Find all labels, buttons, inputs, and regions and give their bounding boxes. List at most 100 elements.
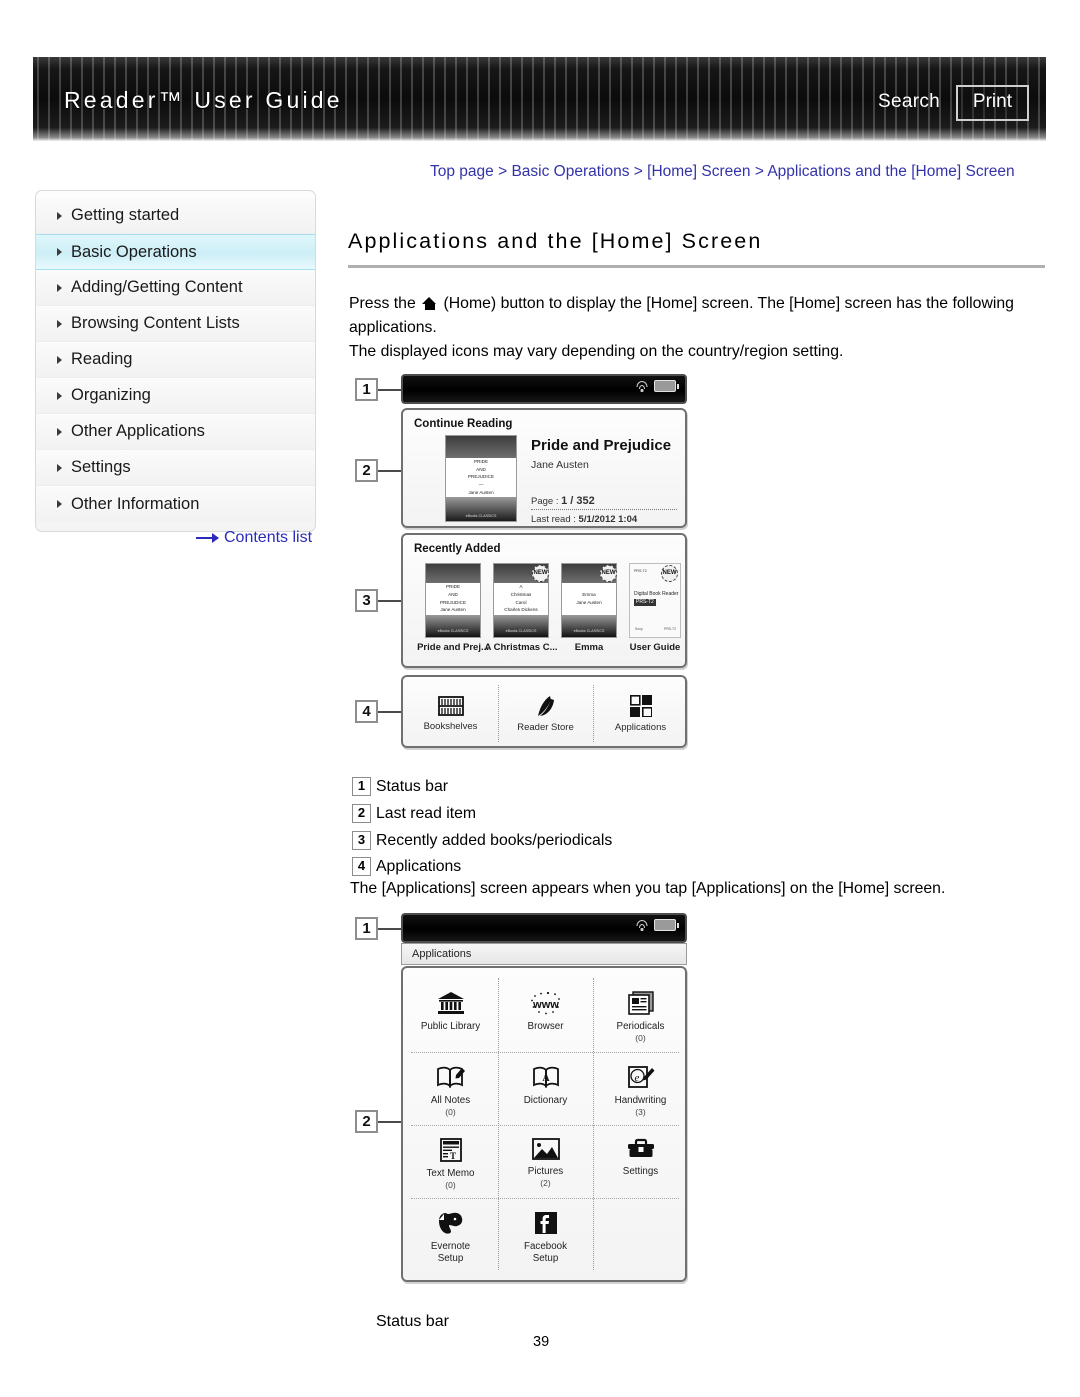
cover-line: Jane Austen [440, 607, 466, 613]
cover-line: PREJUDICE [439, 599, 467, 605]
cover-line: Emma [582, 591, 596, 597]
sidebar-item-label: Adding/Getting Content [71, 278, 243, 296]
www-browser-icon: www [530, 991, 560, 1015]
app-evernote-setup[interactable]: Evernote Setup [403, 1199, 498, 1271]
battery-icon [654, 919, 679, 931]
applications-grid-panel[interactable]: Public Library www Browser Periodicals (… [401, 966, 687, 1282]
callout-line-1 [378, 389, 402, 391]
app-count: (0) [445, 1107, 456, 1117]
legend-label: Recently added books/periodicals [376, 831, 613, 849]
callout-line-3 [378, 600, 402, 602]
callout-2-home: 2 [355, 459, 378, 482]
new-badge-3: NEW [600, 565, 617, 582]
recently-added-cover-1[interactable]: PRIDE AND PREJUDICE Jane Austen eBooks C… [425, 563, 481, 638]
intro-text-part1: Press the [349, 295, 416, 312]
app-label: Periodicals [616, 1021, 665, 1032]
app-bar-applications[interactable]: Applications [593, 685, 688, 742]
app-bar-label: Applications [614, 721, 667, 733]
recently-added-label-1: Pride and Prej... [417, 642, 489, 653]
sidebar-item-label: Getting started [71, 206, 180, 224]
sidebar-item-label: Other Information [71, 494, 200, 513]
app-label: Handwriting [614, 1095, 667, 1106]
app-bar-bookshelves[interactable]: Bookshelves [403, 685, 498, 742]
legend-number: 3 [352, 831, 371, 850]
app-label: Pictures [527, 1166, 564, 1177]
chevron-right-icon [57, 355, 62, 364]
battery-icon [654, 380, 679, 392]
wifi-icon [635, 919, 648, 931]
app-label: Public Library [420, 1021, 481, 1032]
app-count: (2) [540, 1178, 551, 1188]
sidebar-item-other-applications[interactable]: Other Applications [36, 414, 315, 450]
cover-line: PRIDE [445, 584, 461, 590]
callout-line-apps-1 [378, 928, 402, 930]
dictionary-icon: A [532, 1066, 559, 1089]
breadcrumb[interactable]: Top page > Basic Operations > [Home] Scr… [430, 163, 1015, 181]
app-label: Dictionary [523, 1095, 568, 1106]
last-read-book-cover[interactable]: PRIDE AND PREJUDICE — Jane Austen eBooks… [445, 435, 517, 522]
sidebar-item-getting-started[interactable]: Getting started [36, 198, 315, 234]
home-app-bar-panel[interactable]: Bookshelves Reader Store Applications [401, 675, 687, 748]
facebook-icon [534, 1212, 557, 1234]
recently-added-label-2: A Christmas C... [484, 642, 558, 653]
app-periodicals[interactable]: Periodicals (0) [593, 979, 688, 1052]
cover-line: Christmas [510, 591, 532, 597]
app-label: Text Memo [426, 1168, 475, 1179]
chevron-right-icon [57, 463, 62, 472]
chevron-right-icon [57, 427, 62, 436]
app-public-library[interactable]: Public Library [403, 979, 498, 1052]
sidebar-item-reading[interactable]: Reading [36, 342, 315, 378]
svg-text:T: T [449, 1151, 455, 1161]
app-text-memo[interactable]: T Text Memo (0) [403, 1126, 498, 1198]
last-read-book-author: Jane Austen [531, 459, 589, 471]
sidebar-item-other-information[interactable]: Other Information [36, 486, 315, 522]
all-notes-icon [436, 1066, 465, 1089]
library-building-icon [437, 992, 464, 1014]
sidebar-item-browsing-content-lists[interactable]: Browsing Content Lists [36, 306, 315, 342]
new-badge-2: NEW [532, 565, 549, 582]
intro-text-part2: (Home) button to display the [Home] scre… [349, 295, 1014, 336]
sidebar-item-label: Basic Operations [71, 242, 197, 261]
sidebar-item-label: Other Applications [71, 422, 205, 440]
cover-line: PRIDE [473, 459, 489, 465]
app-facebook-setup[interactable]: Facebook Setup [498, 1199, 593, 1271]
legend-number: 1 [352, 777, 371, 796]
app-settings[interactable]: Settings [593, 1126, 688, 1198]
app-bar-label: Reader Store [517, 721, 574, 733]
cover-line: Jane Austen [468, 489, 494, 495]
print-button[interactable]: Print [955, 85, 1029, 121]
app-count: (0) [635, 1033, 646, 1043]
app-label: Browser [527, 1021, 564, 1032]
app-label: Settings [622, 1166, 659, 1177]
app-all-notes[interactable]: All Notes (0) [403, 1053, 498, 1125]
footer-status-bar-label: Status bar [376, 1313, 449, 1330]
app-bar-reader-store[interactable]: Reader Store [498, 685, 593, 742]
sidebar-item-adding-getting-content[interactable]: Adding/Getting Content [36, 270, 315, 306]
sidebar-item-organizing[interactable]: Organizing [36, 378, 315, 414]
applications-screen-intro: The [Applications] screen appears when y… [350, 880, 946, 897]
cover-line: AND [476, 466, 486, 472]
app-browser[interactable]: www Browser [498, 979, 593, 1052]
contents-list-link[interactable]: Contents list [196, 529, 312, 547]
recently-added-title: Recently Added [414, 543, 501, 555]
legend-item-4: 4 Applications [352, 857, 461, 876]
chevron-right-icon [57, 391, 62, 400]
app-pictures[interactable]: Pictures (2) [498, 1126, 593, 1198]
legend-number: 2 [352, 804, 371, 823]
last-read-label: Last read : [531, 514, 576, 525]
search-button[interactable]: Search [878, 91, 940, 113]
legend-item-2: 2 Last read item [352, 804, 476, 823]
page-value: 1 / 352 [561, 495, 595, 507]
recently-added-panel[interactable]: Recently Added PRIDE AND PREJUDICE Jane … [401, 533, 687, 668]
sidebar-item-label: Organizing [71, 386, 151, 404]
intro-text-line2: The displayed icons may vary depending o… [349, 343, 844, 360]
app-handwriting[interactable]: e Handwriting (3) [593, 1053, 688, 1125]
arrow-right-icon [196, 533, 219, 543]
sidebar-item-basic-operations[interactable]: Basic Operations [36, 234, 315, 270]
page-progress: Page : 1 / 352 [531, 495, 595, 507]
callout-4-home: 4 [355, 700, 378, 723]
continue-reading-panel[interactable]: Continue Reading PRIDE AND PREJUDICE — J… [401, 408, 687, 528]
contents-list-label: Contents list [224, 529, 313, 546]
sidebar-item-settings[interactable]: Settings [36, 450, 315, 486]
app-dictionary[interactable]: A Dictionary [498, 1053, 593, 1125]
